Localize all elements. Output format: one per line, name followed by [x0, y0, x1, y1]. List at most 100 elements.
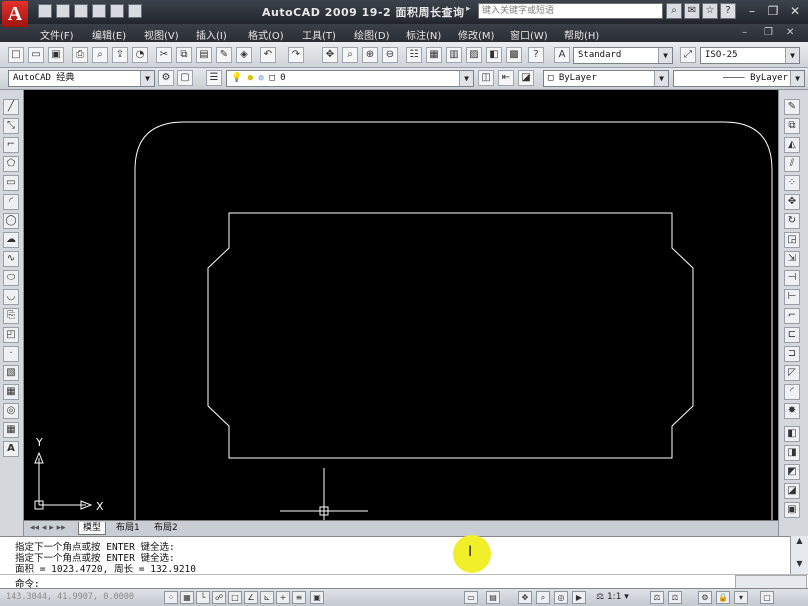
- subscription-icon[interactable]: ✉: [684, 3, 700, 19]
- grid-display-toggle[interactable]: ▦: [180, 591, 194, 604]
- redo-icon[interactable]: ↷: [288, 47, 304, 63]
- save-icon[interactable]: [74, 4, 88, 18]
- polyline-icon[interactable]: ⌐: [3, 137, 19, 153]
- menu-tools[interactable]: 工具(T): [302, 27, 336, 42]
- layer-select[interactable]: 💡 ● ◍ □ 0 ▼: [226, 70, 474, 87]
- line-icon[interactable]: ╱: [3, 99, 19, 115]
- extend-icon[interactable]: ⊢: [784, 289, 800, 305]
- trim-icon[interactable]: ⊣: [784, 270, 800, 286]
- point-icon[interactable]: ·: [3, 346, 19, 362]
- horizontal-scrollbar[interactable]: [735, 575, 807, 589]
- spline-icon[interactable]: ∿: [3, 251, 19, 267]
- color-select[interactable]: □ ByLayer ▼: [543, 70, 669, 87]
- restore-button[interactable]: ❐: [763, 3, 783, 19]
- block-editor-icon[interactable]: ◈: [236, 47, 252, 63]
- doc-close-icon[interactable]: ✕: [786, 27, 794, 38]
- region-icon[interactable]: ◎: [3, 403, 19, 419]
- send-under-icon[interactable]: ◪: [784, 483, 800, 499]
- undo-icon[interactable]: ↶: [260, 47, 276, 63]
- text-style-select[interactable]: Standard ▼: [573, 47, 673, 64]
- clean-screen-icon[interactable]: ▢: [760, 591, 774, 604]
- tab-nav-arrows-icon[interactable]: ◂◂ ◂ ▸ ▸▸: [26, 522, 70, 535]
- join-icon[interactable]: ⊐: [784, 346, 800, 362]
- menu-help[interactable]: 帮助(H): [564, 27, 599, 42]
- save-icon[interactable]: ▣: [48, 47, 64, 63]
- snap-mode-toggle[interactable]: ⁘: [164, 591, 178, 604]
- gradient-icon[interactable]: ▦: [3, 384, 19, 400]
- model-space-button[interactable]: ▭: [464, 591, 478, 604]
- workspace-select[interactable]: AutoCAD 经典 ▼: [8, 70, 155, 87]
- calculator-icon[interactable]: ▩: [506, 47, 522, 63]
- zoom-icon[interactable]: ⌕: [536, 591, 550, 604]
- mirror-icon[interactable]: ◭: [784, 137, 800, 153]
- doc-minimize-icon[interactable]: –: [742, 27, 747, 38]
- search-icon[interactable]: ⌕: [666, 3, 682, 19]
- menu-file[interactable]: 文件(F): [40, 27, 74, 42]
- status-menu-icon[interactable]: ▾: [734, 591, 748, 604]
- break-at-point-icon[interactable]: ⌐: [784, 308, 800, 324]
- dim-style-icon[interactable]: ⤢: [680, 47, 696, 63]
- dynamic-input-toggle[interactable]: +: [276, 591, 290, 604]
- copy-object-icon[interactable]: ⧉: [784, 118, 800, 134]
- polar-tracking-toggle[interactable]: ☍: [212, 591, 226, 604]
- layer-states-icon[interactable]: ◪: [518, 70, 534, 86]
- cut-icon[interactable]: ✂: [156, 47, 172, 63]
- properties-icon[interactable]: ☷: [406, 47, 422, 63]
- annotation-scale[interactable]: ⚖ 1:1 ▾: [596, 592, 629, 602]
- ortho-mode-toggle[interactable]: └: [196, 591, 210, 604]
- paste-icon[interactable]: ▤: [196, 47, 212, 63]
- print-icon[interactable]: [92, 4, 106, 18]
- open-icon[interactable]: ▭: [28, 47, 44, 63]
- doc-restore-icon[interactable]: ❐: [764, 27, 773, 38]
- 3d-dwf-icon[interactable]: ◔: [132, 47, 148, 63]
- insert-block-icon[interactable]: ⎘: [3, 308, 19, 324]
- zoom-window-icon[interactable]: ⊕: [362, 47, 378, 63]
- new-file-icon[interactable]: [38, 4, 52, 18]
- tab-model[interactable]: 模型: [78, 522, 107, 535]
- menu-format[interactable]: 格式(O): [248, 27, 284, 42]
- hatch-icon[interactable]: ▧: [3, 365, 19, 381]
- sheet-set-icon[interactable]: ▨: [466, 47, 482, 63]
- undo-icon[interactable]: [110, 4, 124, 18]
- layer-previous-icon[interactable]: ⇤: [498, 70, 514, 86]
- linetype-select[interactable]: ———— ByLayer ▼: [673, 70, 805, 87]
- ellipse-arc-icon[interactable]: ◡: [3, 289, 19, 305]
- rectangle-icon[interactable]: ▭: [3, 175, 19, 191]
- draw-order-front-icon[interactable]: ◧: [784, 426, 800, 442]
- steering-wheel-icon[interactable]: ◎: [554, 591, 568, 604]
- menu-insert[interactable]: 插入(I): [196, 27, 227, 42]
- dim-style-select[interactable]: ISO-25 ▼: [700, 47, 800, 64]
- make-block-icon[interactable]: ◰: [3, 327, 19, 343]
- menu-dimension[interactable]: 标注(N): [406, 27, 441, 42]
- array-icon[interactable]: ⁘: [784, 175, 800, 191]
- bring-above-icon[interactable]: ◩: [784, 464, 800, 480]
- lineweight-toggle[interactable]: ≡: [292, 591, 306, 604]
- scroll-down-icon[interactable]: ▼: [791, 559, 808, 568]
- lock-icon[interactable]: 🔒: [716, 591, 730, 604]
- erase-icon[interactable]: ✎: [784, 99, 800, 115]
- workspace-switch-icon[interactable]: ⚙: [698, 591, 712, 604]
- open-file-icon[interactable]: [56, 4, 70, 18]
- stretch-icon[interactable]: ⇲: [784, 251, 800, 267]
- text-style-icon[interactable]: A: [554, 47, 570, 63]
- plot-preview-icon[interactable]: ⌕: [92, 47, 108, 63]
- arc-icon[interactable]: ◜: [3, 194, 19, 210]
- command-scrollbar[interactable]: ▲ ▼: [790, 536, 808, 574]
- draw-order-back-icon[interactable]: ◨: [784, 445, 800, 461]
- polygon-icon[interactable]: ⬠: [3, 156, 19, 172]
- fillet-icon[interactable]: ◜: [784, 384, 800, 400]
- explode-icon[interactable]: ✸: [784, 403, 800, 419]
- pan-icon[interactable]: ✥: [518, 591, 532, 604]
- break-icon[interactable]: ⊏: [784, 327, 800, 343]
- markup-icon[interactable]: ◧: [486, 47, 502, 63]
- publish-icon[interactable]: ⇪: [112, 47, 128, 63]
- pan-icon[interactable]: ✥: [322, 47, 338, 63]
- minimize-button[interactable]: –: [742, 3, 762, 19]
- make-layer-current-icon[interactable]: ◫: [478, 70, 494, 86]
- offset-icon[interactable]: ⫽: [784, 156, 800, 172]
- object-snap-tracking-toggle[interactable]: ∠: [244, 591, 258, 604]
- help-icon[interactable]: ?: [528, 47, 544, 63]
- menu-modify[interactable]: 修改(M): [458, 27, 494, 42]
- annotation-visibility-icon[interactable]: ⚖: [650, 591, 664, 604]
- tab-layout1[interactable]: 布局1: [112, 522, 144, 535]
